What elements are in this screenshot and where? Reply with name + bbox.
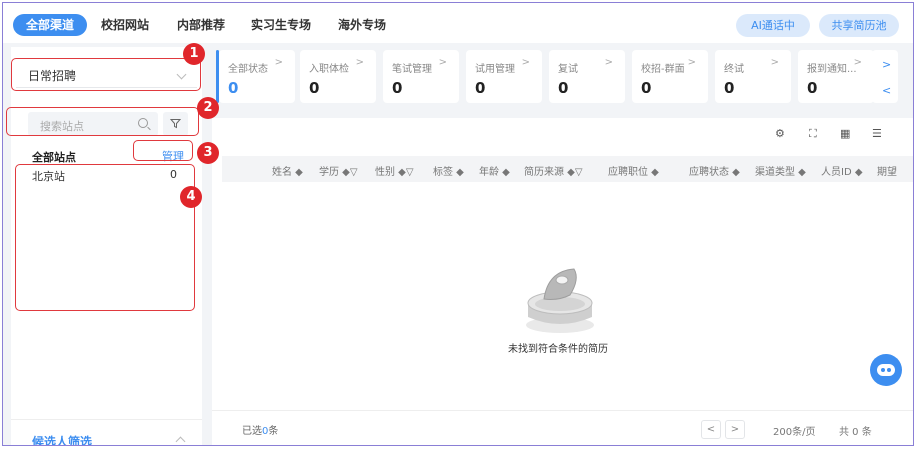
stage-card-label: 全部状态 xyxy=(228,64,268,75)
chevron-up-icon[interactable] xyxy=(175,436,186,445)
stage-card-label: 笔试管理 xyxy=(392,64,432,75)
column-header[interactable]: 年龄 ◆ xyxy=(479,163,510,178)
chevron-right-icon: > xyxy=(438,57,447,68)
prev-page-button[interactable]: < xyxy=(701,420,721,439)
column-header[interactable]: 标签 ◆ xyxy=(433,163,464,178)
stage-card-value: 0 xyxy=(807,79,818,97)
scroll-left-icon[interactable]: < xyxy=(882,84,891,97)
stage-card-probation[interactable]: 试用管理 > 0 xyxy=(466,50,542,103)
stage-card-written-test[interactable]: 笔试管理 > 0 xyxy=(383,50,459,103)
stage-card-medical[interactable]: 入职体检 > 0 xyxy=(300,50,376,103)
empty-state-text: 未找到符合条件的简历 xyxy=(508,344,608,355)
stage-scroll-buttons: > < xyxy=(872,50,898,103)
next-page-button[interactable]: > xyxy=(725,420,745,439)
robot-icon xyxy=(877,364,895,376)
assistant-robot-button[interactable] xyxy=(870,354,902,386)
annotation-badge-3: 3 xyxy=(197,142,219,164)
stage-card-all[interactable]: 全部状态 > 0 xyxy=(216,50,295,103)
stage-card-label: 校招-群面 xyxy=(641,64,685,75)
chevron-right-icon: > xyxy=(687,57,696,68)
column-header[interactable]: 渠道类型 ◆ xyxy=(755,163,806,178)
selected-count-text: 已选0条 xyxy=(242,426,279,437)
annotation-box-2 xyxy=(6,107,199,136)
channel-nav: 全部渠道 校招网站 内部推荐 实习生专场 海外专场 AI通话中 共享简历池 xyxy=(3,3,913,43)
column-header[interactable]: 应聘状态 ◆ xyxy=(689,163,740,178)
chevron-right-icon: > xyxy=(521,57,530,68)
annotation-box-1 xyxy=(11,58,201,91)
column-header[interactable]: 人员ID ◆ xyxy=(821,163,863,178)
stage-card-value: 0 xyxy=(558,79,569,97)
candidate-filter-header[interactable]: 候选人筛选 xyxy=(32,433,92,445)
stage-card-final-interview[interactable]: 终试 > 0 xyxy=(715,50,791,103)
ai-call-button[interactable]: AI通话中 xyxy=(736,14,810,37)
chevron-right-icon: > xyxy=(770,57,779,68)
all-sites-label: 全部站点 xyxy=(32,151,76,164)
stage-card-label: 终试 xyxy=(724,64,744,75)
annotation-box-3 xyxy=(133,140,193,161)
stage-card-value: 0 xyxy=(228,79,239,97)
annotation-badge-1: 1 xyxy=(183,43,205,65)
grid-view-icon[interactable]: ▦ xyxy=(840,127,850,140)
column-header[interactable]: 应聘职位 ◆ xyxy=(608,163,659,178)
stage-card-label: 试用管理 xyxy=(475,64,515,75)
stage-card-group-interview[interactable]: 校招-群面 > 0 xyxy=(632,50,708,103)
stage-card-second-interview[interactable]: 复试 > 0 xyxy=(549,50,625,103)
stage-card-value: 0 xyxy=(641,79,652,97)
total-count: 共 0 条 xyxy=(839,427,872,438)
fullscreen-icon[interactable]: ⛶ xyxy=(809,127,817,141)
column-header[interactable]: 性别 ◆▽ xyxy=(375,163,414,178)
tab-all-channels[interactable]: 全部渠道 xyxy=(13,14,88,36)
share-pool-button[interactable]: 共享简历池 xyxy=(819,14,899,37)
chevron-right-icon: > xyxy=(274,57,283,68)
annotation-badge-2: 2 xyxy=(197,97,219,119)
scroll-right-icon[interactable]: > xyxy=(882,58,891,71)
tab-campus-sites[interactable]: 校招网站 xyxy=(101,14,149,36)
stage-card-label: 报到通知... xyxy=(807,64,857,75)
resume-table-panel: ⚙ ⛶ ▦ ☰ 姓名 ◆ 学历 ◆▽ 性别 ◆▽ 标签 ◆ 年龄 ◆ 简历来源 … xyxy=(212,118,913,445)
stage-card-label: 入职体检 xyxy=(309,64,349,75)
app-window: 全部渠道 校招网站 内部推荐 实习生专场 海外专场 AI通话中 共享简历池 日常… xyxy=(2,2,914,446)
footer-divider xyxy=(212,410,913,411)
tab-internal-referral[interactable]: 内部推荐 xyxy=(177,14,225,36)
chevron-right-icon: > xyxy=(604,57,613,68)
page-size-select[interactable]: 200条/页 xyxy=(773,423,815,438)
empty-can-icon xyxy=(526,268,594,333)
stage-card-label: 复试 xyxy=(558,64,578,75)
column-header[interactable]: 学历 ◆▽ xyxy=(319,163,358,178)
column-header[interactable]: 简历来源 ◆▽ xyxy=(524,163,583,178)
stage-card-value: 0 xyxy=(309,79,320,97)
stage-card-value: 0 xyxy=(475,79,486,97)
annotation-badge-4: 4 xyxy=(180,186,202,208)
column-settings-icon[interactable]: ☰ xyxy=(872,127,882,140)
column-header[interactable]: 姓名 ◆ xyxy=(272,163,303,178)
chevron-right-icon: > xyxy=(355,57,364,68)
stage-card-onboard-notice[interactable]: 报到通知... > 0 xyxy=(798,50,874,103)
annotation-box-4 xyxy=(15,164,195,311)
chevron-right-icon: > xyxy=(853,57,862,68)
stage-card-value: 0 xyxy=(724,79,735,97)
sidebar-divider xyxy=(11,419,202,420)
table-header: 姓名 ◆ 学历 ◆▽ 性别 ◆▽ 标签 ◆ 年龄 ◆ 简历来源 ◆▽ 应聘职位 … xyxy=(222,156,913,182)
tab-intern[interactable]: 实习生专场 xyxy=(251,14,311,36)
column-header[interactable]: 期望 xyxy=(877,163,897,178)
settings-icon[interactable]: ⚙ xyxy=(775,127,785,140)
tab-overseas[interactable]: 海外专场 xyxy=(338,14,386,36)
stage-card-value: 0 xyxy=(392,79,403,97)
